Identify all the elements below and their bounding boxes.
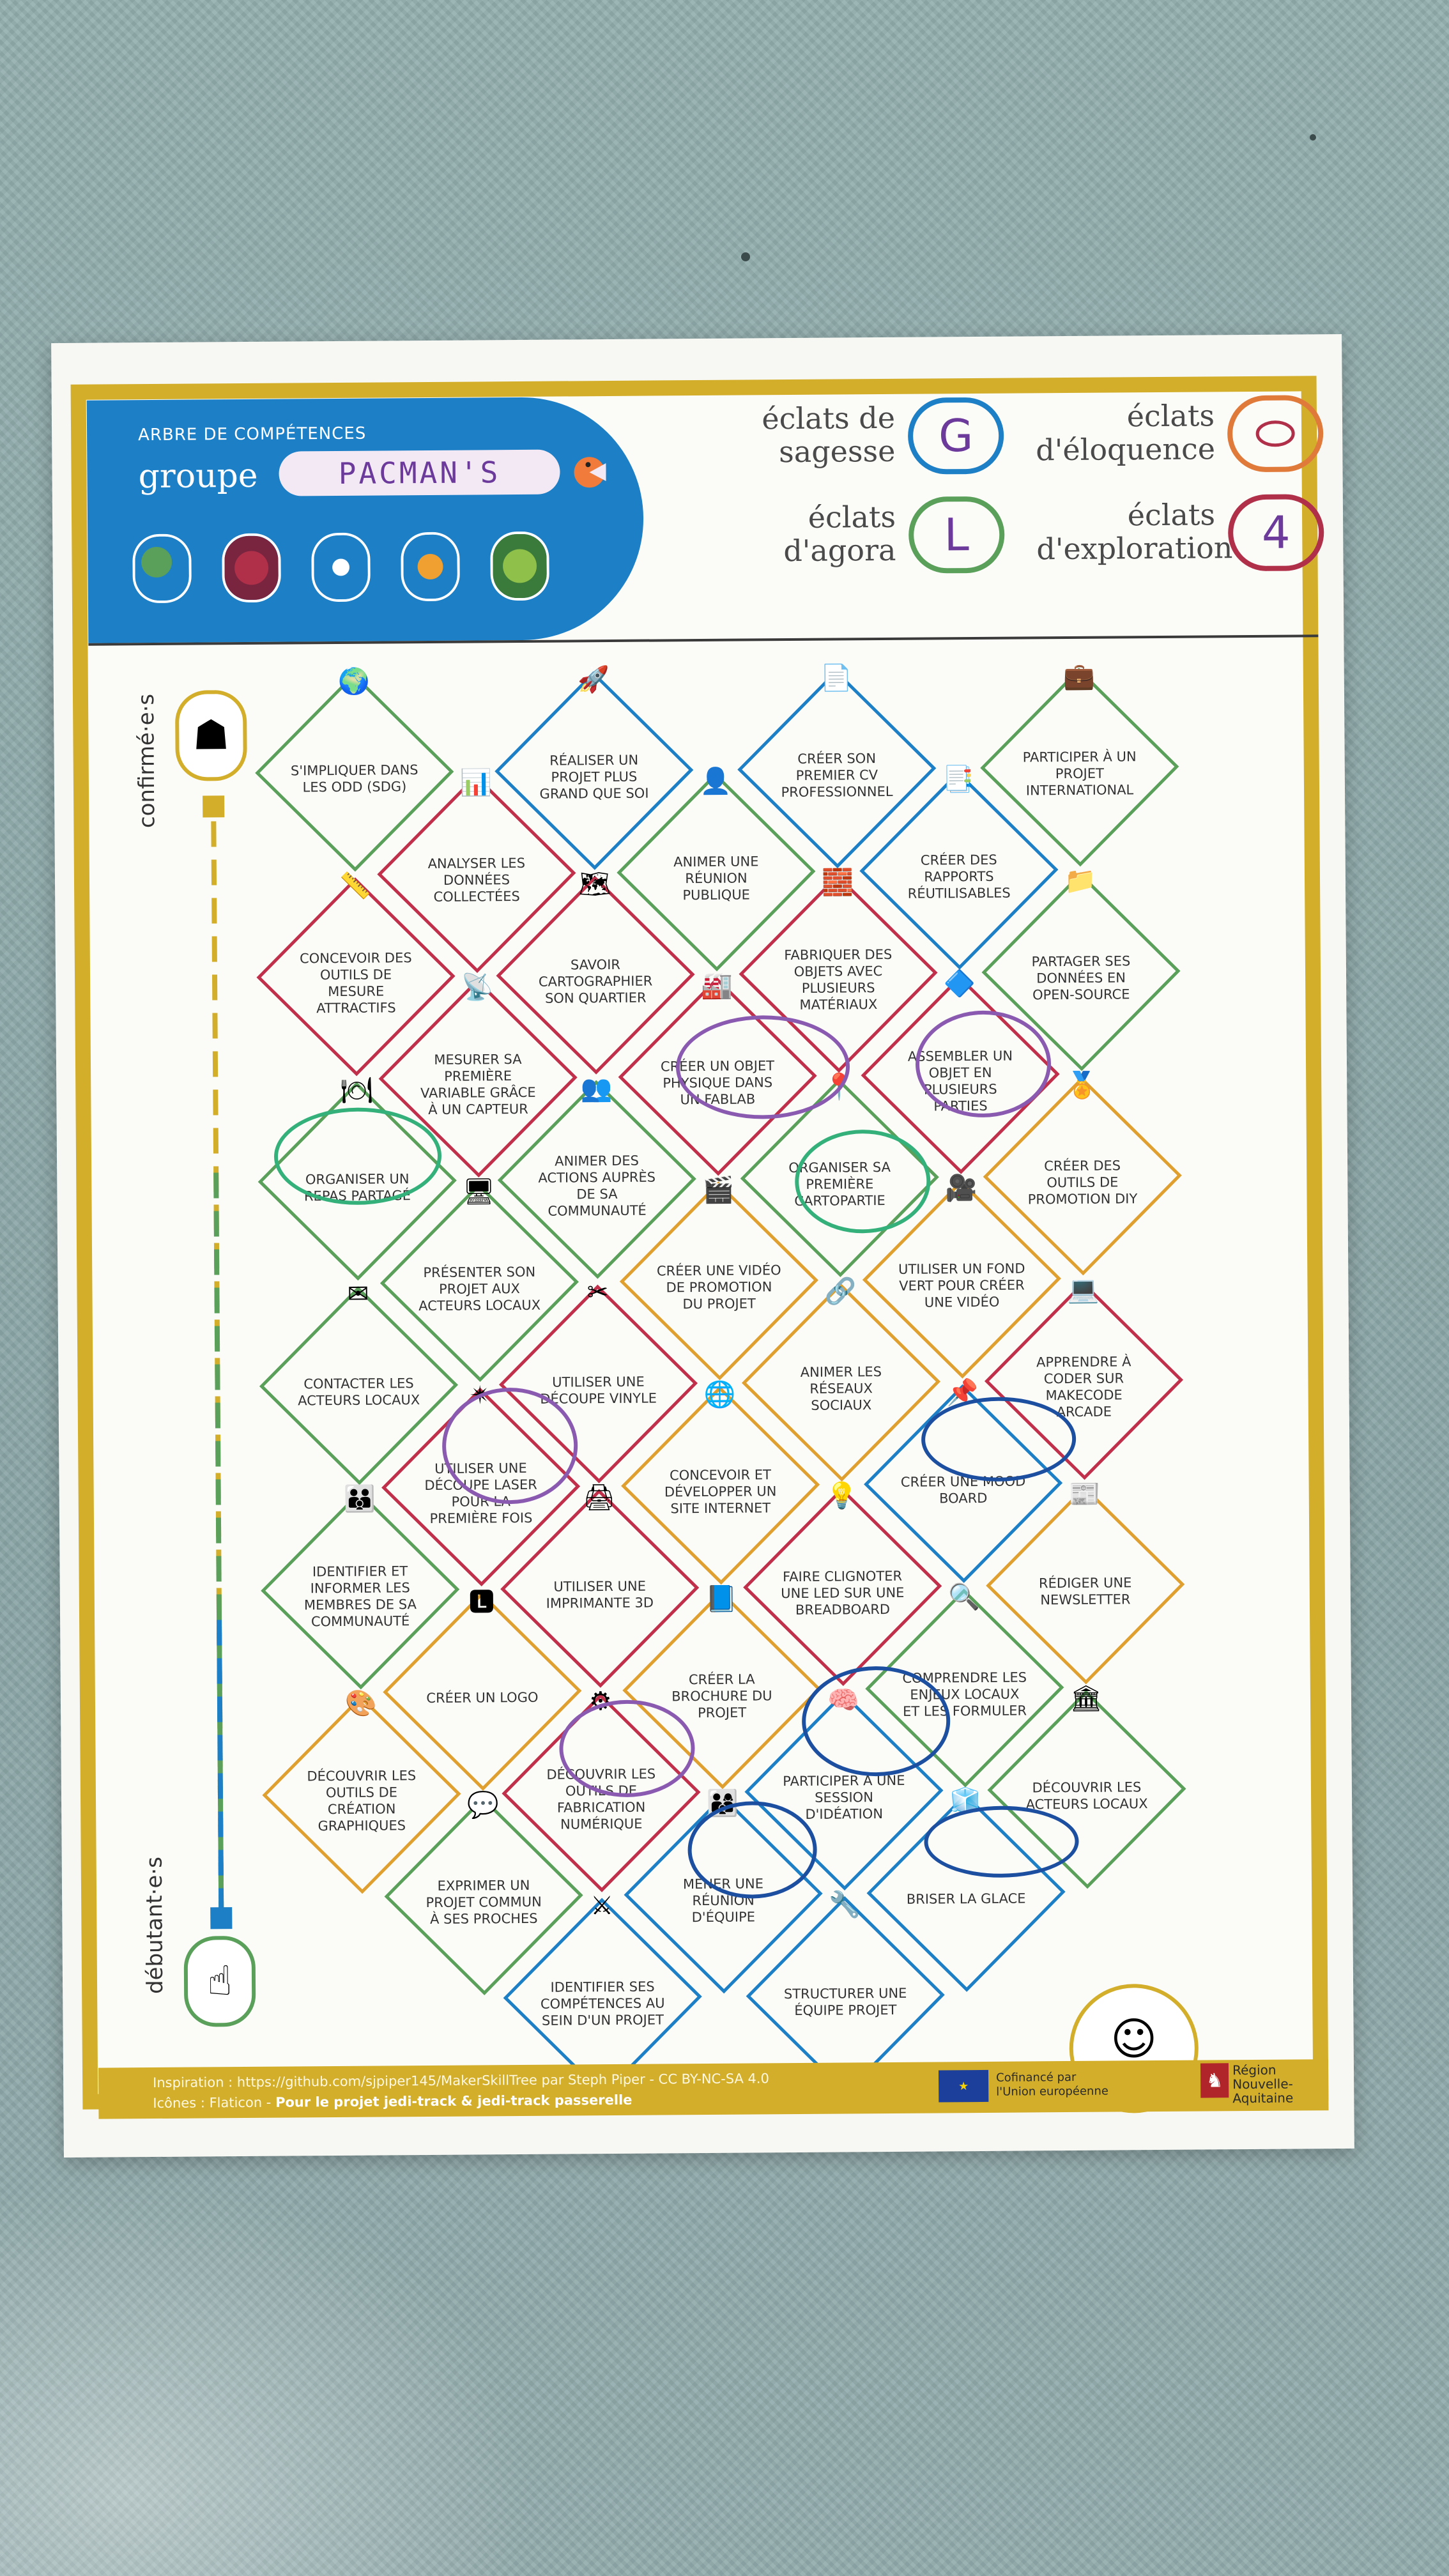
printer-3d-icon: 🖨 (583, 1482, 616, 1512)
report-icon: 📑 (942, 764, 974, 794)
brochure-icon: 📘 (705, 1584, 737, 1614)
sagesse-shard-icon: G (907, 397, 1004, 475)
cv-icon: 📄 (820, 663, 852, 693)
footer-line-strong: Pour le projet jedi-track & jedi-track p… (275, 2092, 632, 2110)
legend-agora: éclats d'agora (723, 500, 896, 568)
footer-credits: Inspiration : https://github.com/sjpiper… (153, 2068, 769, 2113)
network-icon: 🔗 (824, 1276, 857, 1307)
moodboard-icon: 📌 (946, 1377, 979, 1407)
header-subtitle: ARBRE DE COMPÉTENCES (138, 424, 367, 445)
legend-label: d'agora (783, 532, 896, 569)
mail-icon: ✉ (347, 1279, 369, 1309)
region-line: Nouvelle- (1232, 2076, 1293, 2092)
skill-tree-poster: ARBRE DE COMPÉTENCES groupe PACMAN'S écl… (51, 334, 1354, 2158)
ice-icon: 🧊 (949, 1786, 982, 1816)
vinyl-icon: ✂ (586, 1278, 609, 1308)
members-icon: 👪 (343, 1484, 376, 1514)
track-end-marker (210, 1907, 233, 1929)
eloquence-shard-icon (401, 532, 460, 602)
legend-label: éclats (1127, 497, 1216, 533)
map-icon: 🗺 (578, 869, 611, 899)
greenscreen-icon: 🎥 (945, 1173, 977, 1203)
legend-label: éclats de (762, 400, 896, 436)
assembly-icon: 🔷 (944, 969, 976, 999)
legend-label: d'exploration (1036, 530, 1233, 567)
meal-icon: 🍽 (340, 1075, 373, 1105)
suitcase-icon: 💼 (1062, 661, 1095, 691)
region-line: Région (1232, 2062, 1276, 2078)
data-icon: 📊 (459, 767, 492, 798)
region-lion-icon: ♞ (1200, 2063, 1229, 2098)
beginner-label: débutant·e·s (141, 1856, 169, 1995)
bulb-gear-icon: ⚙ (588, 1687, 613, 1717)
web-icon: 🌐 (703, 1379, 736, 1409)
legend-exploration: éclats d'exploration (1036, 497, 1233, 567)
footer-line: Inspiration : https://github.com/sjpiper… (153, 2071, 769, 2091)
confirmed-label: confirmé·e·s (133, 693, 160, 829)
presentation-icon: 🖥 (462, 1176, 495, 1207)
sensor-icon: 📡 (461, 972, 494, 1002)
eu-flag-icon: ★ (939, 2069, 989, 2103)
eu-text: l'Union européenne (996, 2084, 1108, 2099)
legend-sagesse: éclats de sagesse (723, 400, 896, 470)
skill-label: STRUCTURER UNE ÉQUIPE PROJET (783, 1985, 907, 2019)
group-label: groupe (138, 456, 258, 496)
ideation-icon: 🧠 (827, 1685, 860, 1715)
structure-icon: 🔧 (829, 1889, 861, 1920)
rocket-icon: 🚀 (577, 664, 610, 694)
exploration-shard-icon (222, 533, 281, 603)
actors-icon: 🏛 (1070, 1683, 1103, 1713)
fablab-icon: 🏭 (701, 970, 733, 1000)
network-shard-icon (311, 532, 371, 602)
eloquence-shard-icon (1255, 420, 1295, 447)
poster-header: ARBRE DE COMPÉTENCES groupe PACMAN'S (86, 396, 645, 643)
materials-icon: 🧱 (821, 867, 854, 898)
earth-shard-icon (132, 533, 192, 604)
jedi-mask-icon: ☺ (1110, 2012, 1158, 2066)
legend-letter: L (944, 509, 970, 562)
wall-pin (741, 252, 750, 261)
video-icon: 🎬 (702, 1175, 735, 1205)
wall-pin (1310, 134, 1316, 141)
eu-funding-text: Cofinancé par l'Union européenne (996, 2071, 1108, 2099)
region-text: Région Nouvelle- Aquitaine (1232, 2062, 1294, 2106)
code-icon: 💻 (1067, 1275, 1100, 1305)
agora-shard-icon: L (908, 496, 1005, 574)
eloquence-shard-icon (1227, 395, 1324, 473)
folder-icon: 📁 (1064, 866, 1097, 896)
map-pin-icon: 📍 (823, 1071, 855, 1102)
region-line: Aquitaine (1232, 2090, 1294, 2106)
track-start-marker (203, 795, 225, 818)
community-icon: 👥 (580, 1073, 613, 1103)
exploration-shard-icon: 4 (1227, 494, 1324, 572)
beginner-badge-icon: ☝ (183, 1935, 256, 2027)
legend-label: éclats (808, 499, 896, 535)
legend-label: d'éloquence (1036, 431, 1216, 468)
team-icon: 👨‍👩‍👦 (707, 1788, 739, 1818)
legend-letter: G (938, 410, 974, 463)
laser-icon: ✴ (469, 1381, 491, 1411)
agora-shard-icon (490, 531, 549, 601)
measure-icon: 📏 (339, 871, 372, 901)
logo-icon: 🅻 (468, 1588, 495, 1618)
group-name: PACMAN'S (279, 449, 560, 496)
footer-line: Icônes : Flaticon - (153, 2094, 276, 2112)
eu-text: Cofinancé par (996, 2070, 1077, 2085)
badge-icon: 🏅 (1066, 1070, 1098, 1100)
legend-eloquence: éclats d'éloquence (1036, 398, 1216, 468)
legend-letter: 4 (1261, 506, 1291, 559)
legend-label: éclats (1126, 398, 1215, 434)
legend-label: sagesse (778, 433, 896, 470)
chat-icon: 💬 (467, 1790, 500, 1820)
design-icon: 🎨 (344, 1689, 378, 1719)
confirmed-badge-icon: ☗ (174, 689, 247, 781)
newsletter-icon: 📰 (1068, 1479, 1101, 1509)
speaker-icon: 👤 (699, 766, 732, 796)
pacman-icon (574, 457, 606, 488)
magnifier-icon: 🔍 (947, 1582, 980, 1612)
globe-heart-icon: 🌍 (337, 666, 370, 696)
swords-icon: ⚔ (590, 1891, 614, 1921)
led-icon: 💡 (825, 1480, 858, 1511)
skill-label: IDENTIFIER SES COMPÉTENCES AU SEIN D'UN … (540, 1979, 665, 2028)
